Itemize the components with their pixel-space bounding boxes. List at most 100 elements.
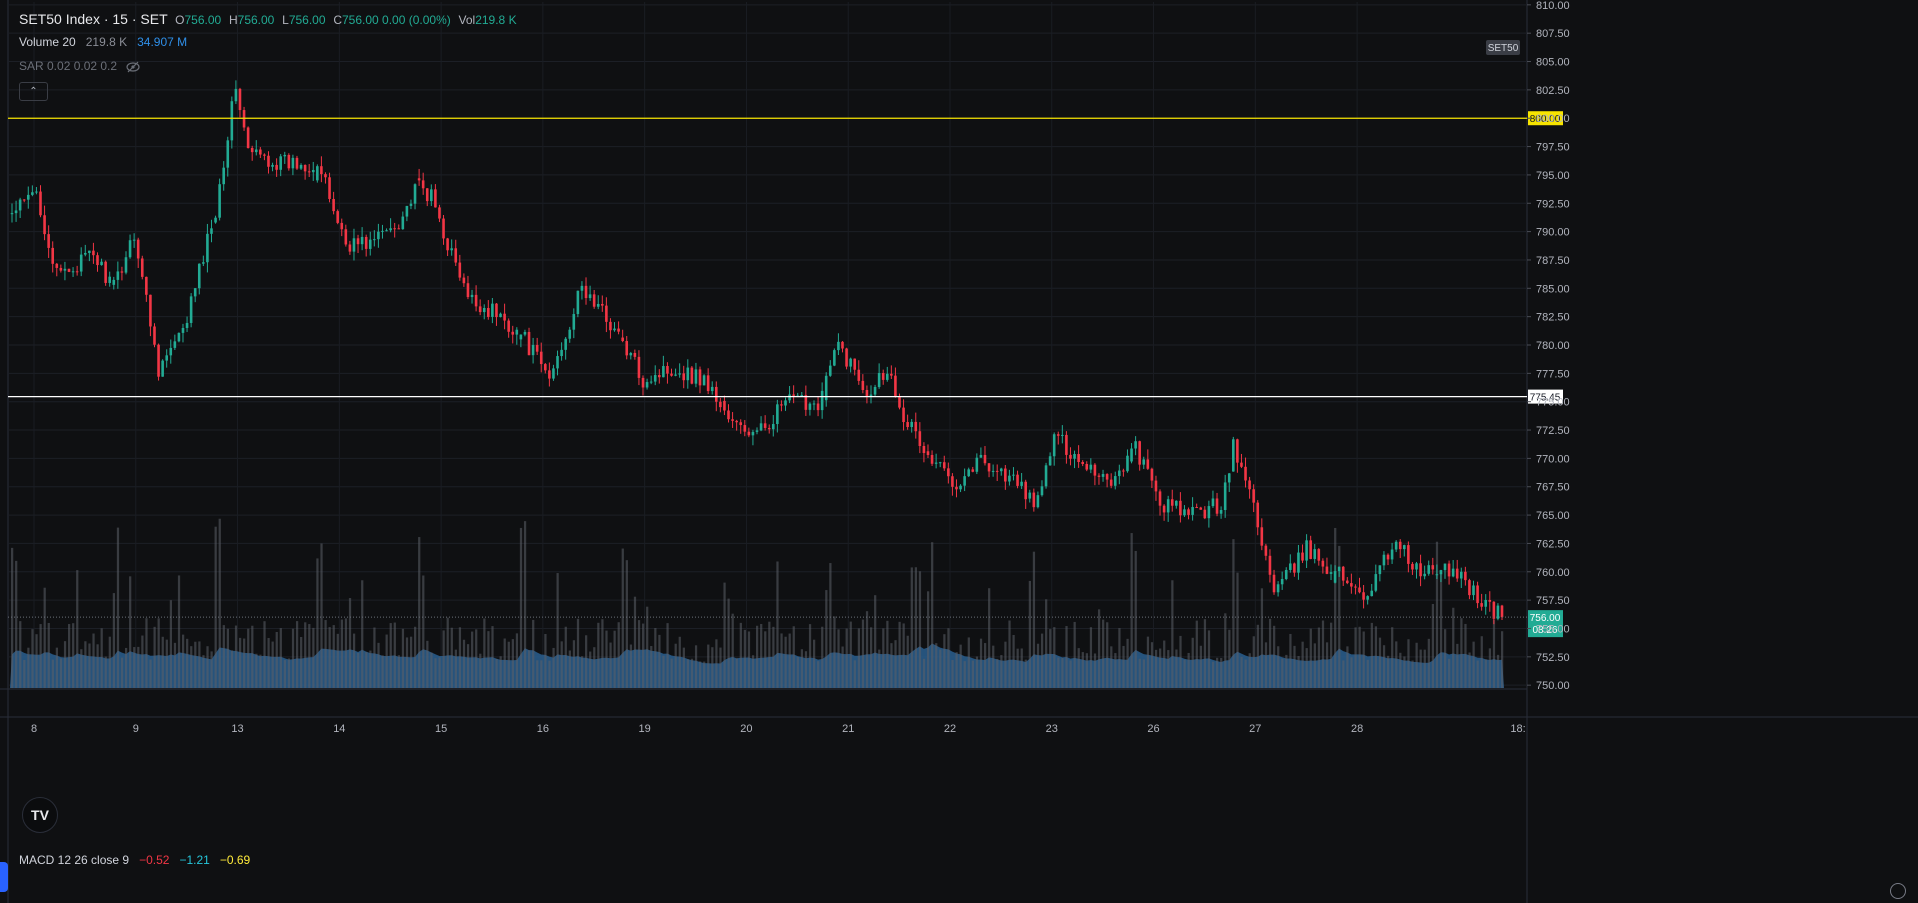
volume-bar	[646, 606, 649, 688]
volume-bar	[133, 647, 136, 688]
volume-bar	[939, 649, 942, 688]
candle-body	[999, 468, 1003, 472]
volume-bar	[418, 537, 421, 688]
volume-bar	[96, 644, 99, 688]
sar-legend[interactable]: SAR 0.02 0.02 0.2	[19, 59, 141, 73]
volume-bar	[1439, 572, 1443, 688]
candle-body	[617, 328, 620, 332]
candle-body	[210, 228, 213, 234]
candle-body	[1130, 448, 1133, 462]
volume-bar	[35, 634, 38, 688]
y-tick-label: 797.50	[1536, 142, 1570, 154]
volume-bar	[230, 650, 234, 688]
y-tick-label: 800.00	[1536, 113, 1570, 125]
y-tick-label: 810.00	[1536, 0, 1570, 12]
candle-body	[352, 238, 356, 252]
x-tick-label: 20	[740, 723, 752, 735]
candle-body	[849, 358, 852, 367]
candle-body	[861, 380, 865, 390]
volume-bar	[324, 620, 327, 688]
candle-body	[128, 240, 132, 258]
volume-bar	[1081, 652, 1084, 688]
volume-bar	[446, 617, 449, 688]
volume-bar	[1391, 627, 1394, 688]
left-panel-handle[interactable]	[0, 862, 8, 892]
volume-bar	[1456, 643, 1459, 688]
candle-body	[267, 155, 270, 167]
candle-body	[263, 154, 266, 156]
low-value: 756.00	[288, 13, 326, 27]
candle-body	[767, 427, 771, 430]
volume-bar	[1195, 620, 1198, 688]
candle-body	[609, 321, 612, 331]
candle-body	[462, 277, 466, 284]
candle-body	[43, 215, 46, 235]
volume-bar	[1049, 629, 1052, 688]
candle-body	[576, 290, 580, 315]
volume-bar	[674, 643, 677, 688]
candle-body	[303, 164, 307, 172]
settings-icon[interactable]	[1890, 883, 1906, 899]
candle-body	[560, 349, 563, 357]
volume-bar	[59, 658, 63, 688]
price-chart[interactable]: 800.00775.45756.0008:26 810.00807.50805.…	[0, 0, 1918, 903]
volume-bar	[1317, 627, 1321, 688]
volume-bar	[1179, 635, 1182, 688]
volume-bar	[438, 657, 441, 688]
candle-body	[906, 422, 909, 428]
volume-bar	[825, 590, 828, 688]
volume-bar	[100, 628, 103, 688]
collapse-legend-button[interactable]: ⌃	[19, 82, 48, 101]
candle-body	[743, 425, 747, 432]
volume-bar	[1097, 609, 1101, 688]
candle-body	[307, 171, 311, 173]
volume-bar	[51, 659, 54, 688]
candle-body	[1223, 482, 1227, 511]
volume-bar	[1085, 653, 1088, 688]
volume-bar	[1378, 637, 1382, 688]
candle-body	[112, 279, 116, 285]
candle-body	[405, 205, 409, 217]
volume-bar	[556, 573, 559, 688]
symbol-title[interactable]: SET50 Index · 15 · SET	[19, 11, 167, 27]
candle-body	[1028, 492, 1032, 499]
macd-legend[interactable]: MACD 12 26 close 9 −0.52 −1.21 −0.69	[19, 853, 250, 867]
candle-body	[18, 199, 22, 211]
candle-body	[666, 366, 669, 374]
candle-body	[214, 217, 217, 223]
candle-body	[1431, 565, 1435, 570]
volume-bar	[1492, 619, 1496, 688]
open-value: 756.00	[184, 13, 222, 27]
candle-body	[1248, 480, 1251, 490]
candle-body	[959, 485, 962, 490]
volume-bar	[1330, 622, 1333, 688]
volume-bar	[43, 587, 46, 688]
tradingview-logo-icon[interactable]: TV	[22, 797, 58, 833]
candle-body	[1321, 560, 1325, 567]
candle-body	[1468, 580, 1471, 596]
candle-body	[548, 370, 551, 379]
volume-bar	[442, 630, 445, 688]
candle-body	[710, 386, 714, 392]
volume-bar	[1252, 636, 1255, 688]
volume-bar	[263, 621, 266, 688]
candle-body	[1097, 475, 1101, 477]
volume-bar	[686, 659, 690, 688]
eye-hidden-icon[interactable]	[126, 61, 141, 73]
candle-body	[1077, 454, 1080, 462]
candle-body	[670, 373, 673, 376]
volume-bar	[1171, 580, 1174, 688]
volume-bar	[593, 647, 596, 688]
candle-body	[1484, 599, 1488, 607]
volume-bar	[471, 631, 474, 688]
volume-bar	[1448, 658, 1451, 688]
candle-body	[804, 395, 808, 410]
candle-body	[1423, 573, 1426, 577]
y-tick-label: 787.50	[1536, 255, 1570, 267]
candle-body	[1170, 499, 1174, 506]
candle-body	[1036, 495, 1040, 508]
volume-legend[interactable]: Volume 20 219.8 K 34.907 M	[19, 35, 187, 49]
volume-bar	[804, 651, 808, 688]
y-tick-label: 777.50	[1536, 368, 1570, 380]
candle-body	[348, 244, 352, 252]
